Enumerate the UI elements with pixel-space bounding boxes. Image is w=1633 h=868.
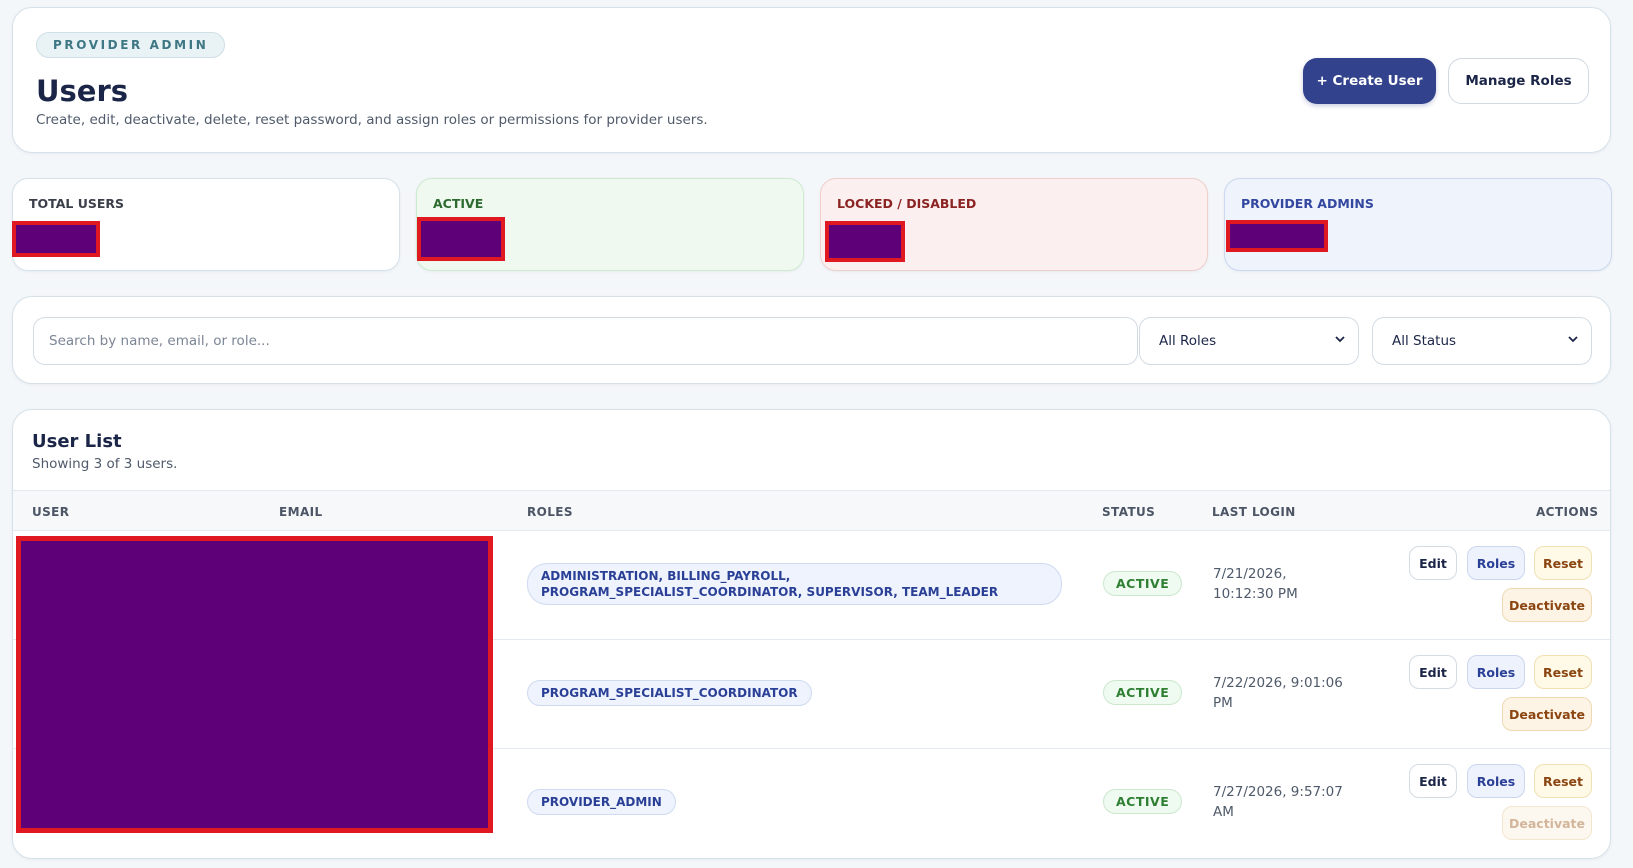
chevron-down-icon	[1335, 336, 1345, 343]
roles-badge: PROGRAM_SPECIALIST_COORDINATOR	[527, 680, 812, 706]
last-login: 7/27/2026, 9:57:07 AM	[1213, 784, 1343, 820]
status-badge: ACTIVE	[1103, 680, 1183, 705]
column-header-roles: ROLES	[527, 505, 573, 519]
reset-password-button[interactable]: Reset	[1534, 764, 1592, 798]
roles-filter-value: All Roles	[1159, 333, 1217, 349]
last-login: 7/21/2026, 10:12:30 PM	[1213, 566, 1298, 602]
stat-card-locked-disabled: LOCKED / DISABLED	[820, 178, 1208, 271]
status-filter-select[interactable]: All Status	[1372, 317, 1592, 365]
deactivate-button[interactable]: Deactivate	[1502, 697, 1592, 731]
page-title: Users	[36, 74, 129, 108]
roles-badge: PROVIDER_ADMIN	[527, 789, 676, 815]
reset-password-button[interactable]: Reset	[1534, 546, 1592, 580]
list-count: Showing 3 of 3 users.	[32, 456, 178, 472]
column-header-user: USER	[32, 505, 70, 519]
reset-password-button[interactable]: Reset	[1534, 655, 1592, 689]
user-list-panel: User List Showing 3 of 3 users. USER EMA…	[12, 409, 1611, 859]
status-badge: ACTIVE	[1103, 789, 1183, 814]
column-header-email: EMAIL	[279, 505, 323, 519]
stat-label: TOTAL USERS	[29, 196, 125, 211]
column-header-last-login: LAST LOGIN	[1212, 505, 1296, 519]
deactivate-button[interactable]: Deactivate	[1502, 588, 1592, 622]
stat-card-total-users: TOTAL USERS	[12, 178, 400, 271]
status-badge: ACTIVE	[1103, 571, 1183, 596]
stat-label: LOCKED / DISABLED	[837, 196, 977, 211]
section-badge: PROVIDER ADMIN	[36, 32, 226, 58]
page-header: PROVIDER ADMIN Users Create, edit, deact…	[12, 7, 1611, 153]
stat-card-active: ACTIVE	[416, 178, 804, 271]
edit-button[interactable]: Edit	[1409, 546, 1457, 580]
column-header-actions: ACTIONS	[1536, 505, 1599, 519]
redacted-value	[1226, 220, 1328, 252]
deactivate-button: Deactivate	[1502, 806, 1592, 840]
stat-label: ACTIVE	[433, 196, 484, 211]
redacted-value	[12, 221, 100, 257]
roles-button[interactable]: Roles	[1467, 655, 1525, 689]
manage-roles-button[interactable]: Manage Roles	[1448, 58, 1589, 104]
stat-card-provider-admins: PROVIDER ADMINS	[1224, 178, 1612, 271]
page-subtitle: Create, edit, deactivate, delete, reset …	[36, 112, 708, 128]
roles-button[interactable]: Roles	[1467, 764, 1525, 798]
roles-button[interactable]: Roles	[1467, 546, 1525, 580]
search-input[interactable]	[33, 317, 1138, 365]
status-filter-value: All Status	[1392, 333, 1457, 349]
filter-bar: All Roles All Status	[12, 296, 1611, 384]
last-login: 7/22/2026, 9:01:06 PM	[1213, 675, 1343, 711]
roles-badge: ADMINISTRATION, BILLING_PAYROLL, PROGRAM…	[527, 563, 1062, 605]
redacted-user-email-block	[16, 536, 493, 833]
table-header: USER EMAIL ROLES STATUS LAST LOGIN ACTIO…	[13, 490, 1610, 531]
edit-button[interactable]: Edit	[1409, 764, 1457, 798]
redacted-value	[417, 217, 505, 261]
redacted-value	[825, 221, 905, 262]
chevron-down-icon	[1568, 336, 1578, 343]
create-user-button[interactable]: + Create User	[1303, 58, 1436, 104]
edit-button[interactable]: Edit	[1409, 655, 1457, 689]
roles-filter-select[interactable]: All Roles	[1139, 317, 1359, 365]
stat-label: PROVIDER ADMINS	[1241, 196, 1374, 211]
list-title: User List	[32, 431, 122, 452]
column-header-status: STATUS	[1102, 505, 1156, 519]
